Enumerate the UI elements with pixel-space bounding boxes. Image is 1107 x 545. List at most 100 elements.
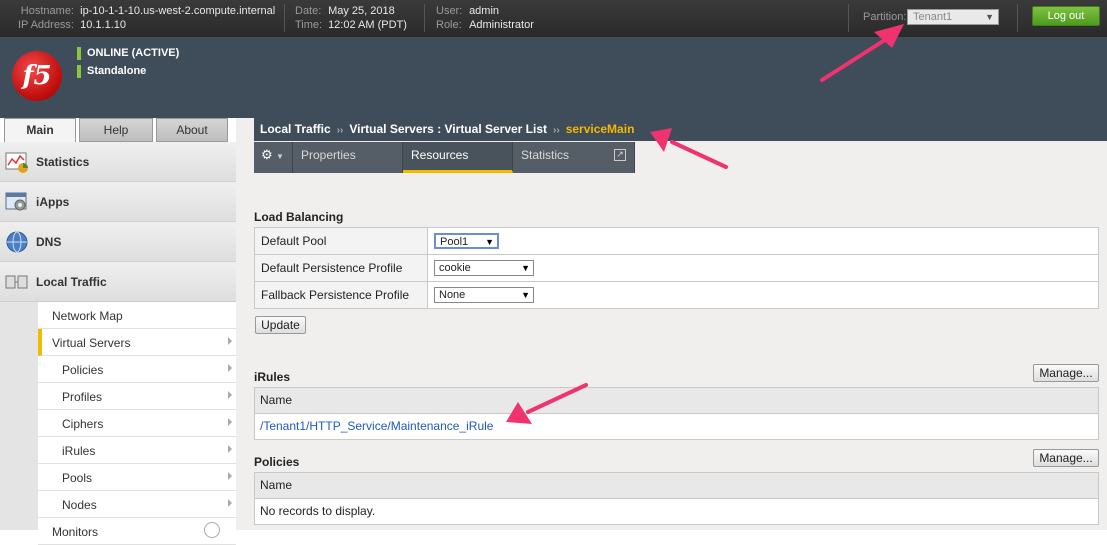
sidebar-item-network-map[interactable]: Network Map (38, 302, 236, 329)
logout-button[interactable]: Log out (1032, 6, 1100, 26)
status-mode: Standalone (77, 65, 146, 78)
user-value: admin (469, 5, 500, 17)
add-icon[interactable] (204, 522, 220, 538)
sidebar-section-label: iApps (36, 195, 70, 209)
chevron-down-icon: ▼ (521, 290, 530, 300)
tab-resources[interactable]: Resources (403, 142, 513, 173)
header-divider (1017, 4, 1018, 32)
fallback-persistence-select[interactable]: None ▼ (434, 287, 534, 303)
table-row: Default Persistence Profile cookie ▼ (254, 254, 1099, 282)
breadcrumb-separator: ›› (336, 125, 344, 136)
sidebar-section-dns[interactable]: DNS (0, 222, 236, 262)
sidebar-item-label: Network Map (52, 309, 123, 323)
external-link-icon[interactable]: ↗ (614, 149, 626, 161)
partition-label: Partition: (863, 11, 907, 23)
tab-properties[interactable]: Properties (293, 142, 403, 173)
irules-title: iRules (254, 370, 291, 384)
status-indicator (77, 65, 81, 78)
default-persistence-value: cookie (439, 262, 471, 274)
default-pool-value: Pool1 (440, 236, 469, 248)
gear-icon: ⚙ (261, 147, 273, 162)
chevron-right-icon (228, 391, 232, 399)
sidebar-item-label: iRules (62, 444, 96, 458)
sidebar-item-label: Pools (62, 471, 93, 485)
tab-help[interactable]: Help (79, 118, 153, 142)
tab-statistics[interactable]: Statistics ↗ (513, 142, 635, 173)
default-persistence-cell: cookie ▼ (427, 254, 1099, 282)
main-content (236, 118, 1107, 530)
breadcrumb-virtual-server-list[interactable]: Virtual Servers : Virtual Server List (349, 122, 547, 136)
breadcrumb-separator: ›› (553, 125, 560, 136)
policies-name-column[interactable]: Name (255, 473, 1098, 499)
default-persistence-label: Default Persistence Profile (254, 254, 428, 282)
sidebar-item-label: Policies (62, 363, 104, 377)
partition-select[interactable]: Tenant1 ▼ (907, 9, 999, 25)
hostname-label: Hostname: (20, 5, 74, 17)
sidebar-item-pools[interactable]: Pools (38, 464, 236, 491)
settings-menu-button[interactable]: ⚙ ▼ (254, 142, 293, 173)
top-header: Hostname: ip-10-1-1-10.us-west-2.compute… (0, 0, 1107, 37)
default-pool-select[interactable]: Pool1 ▼ (434, 233, 499, 249)
sidebar-item-profiles[interactable]: Profiles (38, 383, 236, 410)
sidebar-item-irules[interactable]: iRules (38, 437, 236, 464)
sidebar-item-policies[interactable]: Policies (38, 356, 236, 383)
breadcrumb-local-traffic[interactable]: Local Traffic (260, 122, 331, 136)
irules-manage-button[interactable]: Manage... (1033, 364, 1099, 382)
sidebar-section-label: Statistics (36, 155, 90, 169)
sidebar-section-local-traffic[interactable]: Local Traffic (0, 262, 236, 302)
sidebar: Statistics iApps DNS Local Traffic Netwo… (0, 142, 236, 545)
statistics-chart-icon (5, 152, 28, 173)
default-pool-label: Default Pool (254, 227, 428, 255)
status-online-text: ONLINE (ACTIVE) (87, 47, 180, 59)
header-divider (848, 4, 849, 32)
breadcrumb-current: serviceMain (565, 122, 635, 136)
status-mode-text: Standalone (87, 65, 147, 77)
sidebar-item-monitors[interactable]: Monitors (38, 518, 236, 545)
time-value: 12:02 AM (PDT) (328, 19, 407, 31)
sidebar-item-label: Monitors (52, 525, 99, 539)
chevron-right-icon (228, 499, 232, 507)
sidebar-section-label: Local Traffic (36, 275, 107, 289)
tab-about[interactable]: About (156, 118, 228, 142)
header-divider (284, 4, 285, 32)
sidebar-section-statistics[interactable]: Statistics (0, 142, 236, 182)
policies-manage-button[interactable]: Manage... (1033, 449, 1099, 467)
fallback-persistence-cell: None ▼ (427, 281, 1099, 309)
status-online: ONLINE (ACTIVE) (77, 47, 179, 60)
date-value: May 25, 2018 (328, 5, 395, 17)
date-label: Date: (295, 5, 322, 17)
f5-logo[interactable]: f5 (12, 51, 62, 101)
chevron-down-icon: ▼ (985, 12, 994, 22)
sidebar-item-nodes[interactable]: Nodes (38, 491, 236, 518)
irule-link[interactable]: /Tenant1/HTTP_Service/Maintenance_iRule (260, 419, 493, 433)
sidebar-section-iapps[interactable]: iApps (0, 182, 236, 222)
tab-statistics-label: Statistics (521, 148, 570, 162)
dns-globe-icon (6, 231, 28, 253)
policies-table: Name No records to display. (254, 472, 1099, 525)
tab-main[interactable]: Main (4, 118, 76, 142)
sidebar-item-virtual-servers[interactable]: Virtual Servers (38, 329, 236, 356)
fallback-persistence-label: Fallback Persistence Profile (254, 281, 428, 309)
sidebar-item-label: Virtual Servers (52, 336, 131, 350)
policies-title: Policies (254, 455, 300, 469)
ip-label: IP Address: (17, 19, 74, 31)
breadcrumb: Local Traffic ›› Virtual Servers : Virtual… (254, 118, 1107, 141)
empty-message: No records to display. (260, 504, 376, 518)
chevron-down-icon: ▼ (521, 263, 530, 273)
sidebar-item-label: Nodes (62, 498, 97, 512)
status-indicator (77, 47, 81, 60)
hostname-value: ip-10-1-1-10.us-west-2.compute.internal (80, 5, 276, 17)
chevron-right-icon (228, 337, 232, 345)
role-label: Role: (436, 19, 462, 31)
update-button[interactable]: Update (255, 316, 306, 334)
default-persistence-select[interactable]: cookie ▼ (434, 260, 534, 276)
chevron-right-icon (228, 364, 232, 372)
table-row: Default Pool Pool1 ▼ (254, 227, 1099, 255)
load-balancing-table: Default Pool Pool1 ▼ Default Persistence … (254, 227, 1099, 309)
role-value: Administrator (469, 19, 534, 31)
irules-name-column[interactable]: Name (255, 388, 1098, 414)
fallback-persistence-value: None (439, 289, 466, 301)
sidebar-item-ciphers[interactable]: Ciphers (38, 410, 236, 437)
load-balancing-title: Load Balancing (254, 210, 344, 224)
sidebar-item-label: Ciphers (62, 417, 104, 431)
